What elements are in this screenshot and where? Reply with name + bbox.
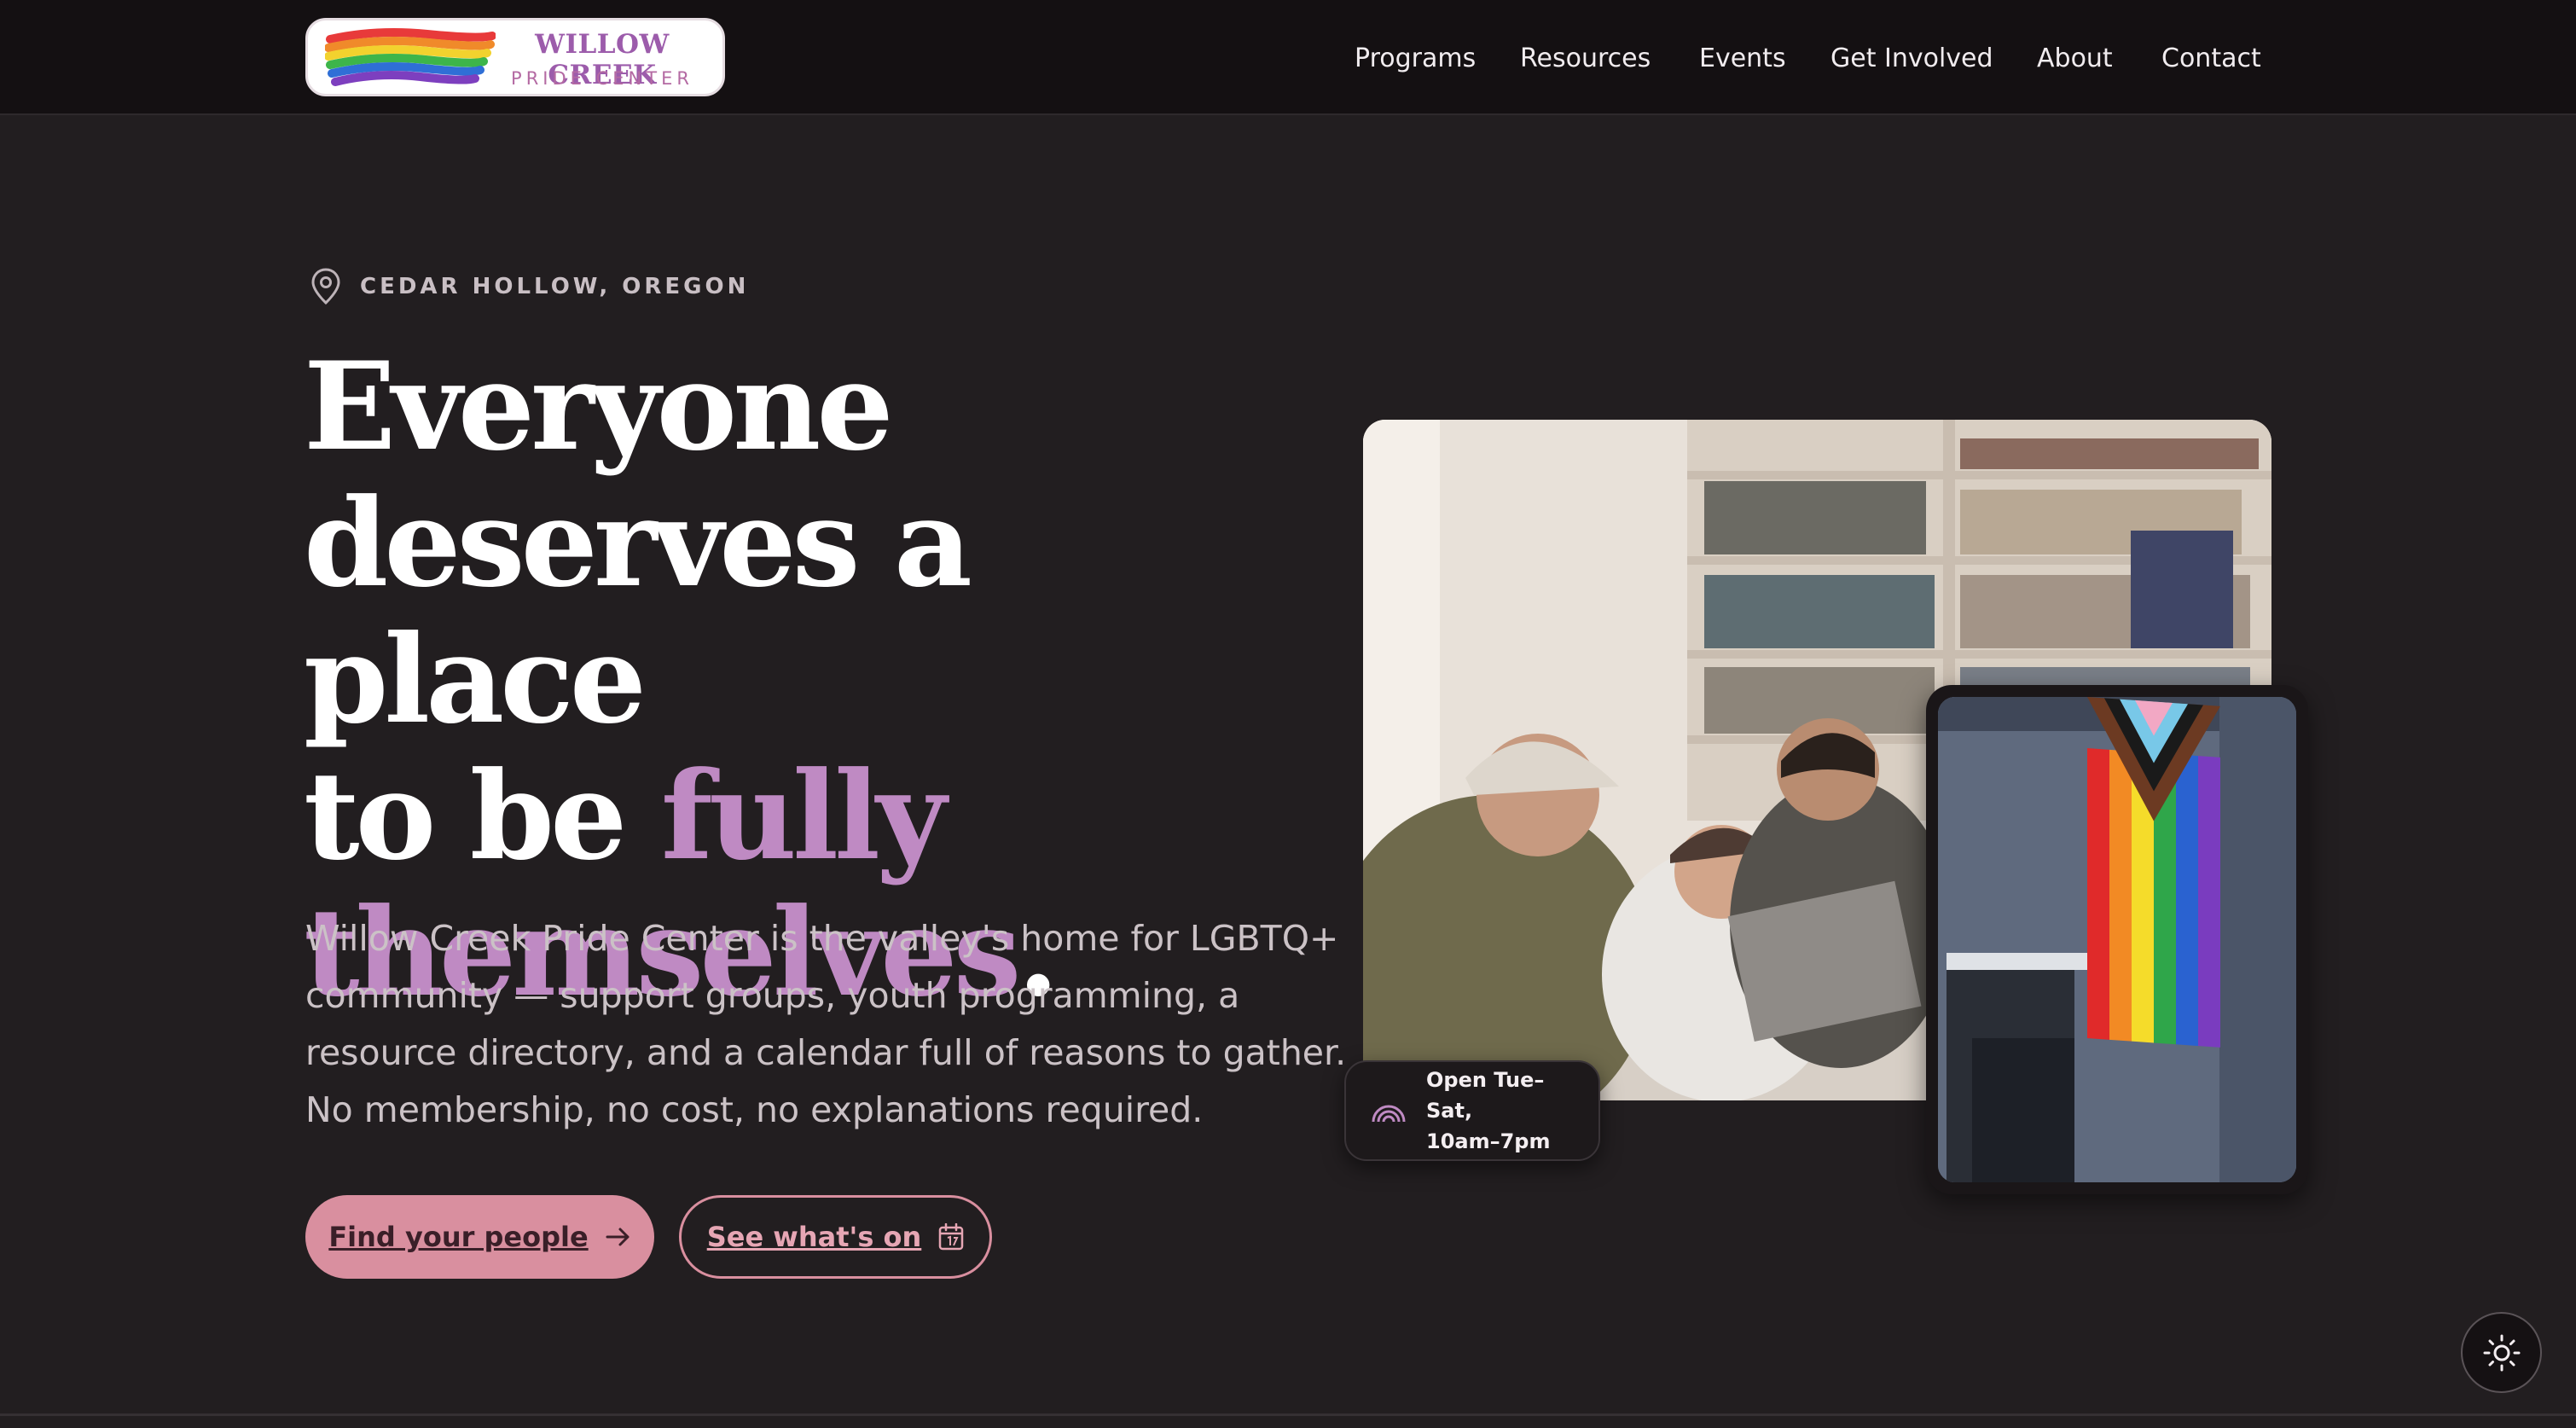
map-pin-icon (311, 268, 340, 305)
progress-flag-photo (1926, 685, 2308, 1194)
nav-get-involved[interactable]: Get Involved (1830, 38, 1993, 80)
progress-pride-flag-illustration (1938, 697, 2296, 1182)
hours-days: Open Tue–Sat, (1426, 1068, 1545, 1123)
location-eyebrow: CEDAR HOLLOW, OREGON (309, 267, 749, 306)
see-whats-on-label: See what's on (706, 1221, 922, 1253)
find-your-people-button[interactable]: Find your people (305, 1195, 654, 1279)
hours-times: 10am–7pm (1426, 1129, 1551, 1153)
nav-about[interactable]: About (2037, 38, 2113, 80)
headline-line-3: to be (304, 746, 661, 887)
headline-line-1: Everyone (304, 336, 894, 478)
headline-accent-fully: fully (660, 746, 947, 887)
rainbow-icon (1372, 1105, 1406, 1123)
site-logo[interactable]: WILLOW CREEK PRIDE CENTER (305, 18, 725, 96)
hours-badge: Open Tue–Sat, 10am–7pm (1344, 1060, 1600, 1161)
hours-text: Open Tue–Sat, 10am–7pm (1426, 1065, 1588, 1157)
site-header: WILLOW CREEK PRIDE CENTER Programs Resou… (0, 0, 2576, 115)
logo-subtitle: PRIDE CENTER (511, 68, 693, 89)
hero-description: Willow Creek Pride Center is the valley'… (305, 918, 1347, 1130)
sun-icon (2483, 1334, 2520, 1371)
arrow-right-icon (606, 1228, 629, 1246)
calendar-icon (939, 1223, 964, 1251)
theme-toggle-button[interactable] (2461, 1312, 2542, 1393)
find-your-people-label: Find your people (328, 1221, 589, 1253)
nav-contact[interactable]: Contact (2161, 38, 2261, 80)
headline-line-2: deserves a place (304, 473, 972, 751)
location-label: CEDAR HOLLOW, OREGON (360, 274, 750, 299)
main-nav: Programs Resources Events Get Involved A… (1355, 38, 2261, 80)
nav-events[interactable]: Events (1699, 38, 1786, 80)
section-divider (0, 1413, 2576, 1416)
rainbow-brushstroke-icon (325, 28, 496, 86)
nav-programs[interactable]: Programs (1355, 38, 1476, 80)
see-whats-on-button[interactable]: See what's on (679, 1195, 992, 1279)
nav-resources[interactable]: Resources (1520, 38, 1651, 80)
